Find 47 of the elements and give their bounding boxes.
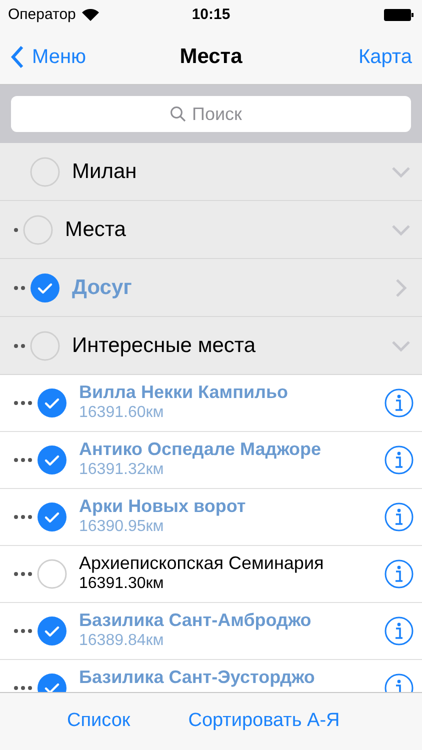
battery-icon: [384, 9, 414, 21]
info-icon[interactable]: [384, 616, 414, 646]
distance-text: 16391.32км: [79, 460, 165, 480]
place-title[interactable]: Антико Оспедале Маджоре: [79, 438, 382, 460]
distance-text: 16389.84км: [79, 631, 165, 651]
indent-dots-icon: [14, 286, 28, 290]
checkbox[interactable]: [30, 330, 60, 360]
checkbox[interactable]: [37, 502, 67, 532]
nav-title: Места: [180, 44, 242, 70]
checkbox[interactable]: [37, 559, 67, 589]
back-chevron-icon: [10, 45, 24, 69]
indent-dots-icon: [14, 686, 35, 690]
indent-dots-icon: [14, 228, 21, 232]
place-title[interactable]: Архиепископская Семинария: [79, 552, 382, 574]
distance-text: 16391.30км: [79, 574, 165, 594]
toolbar-button[interactable]: Список: [67, 707, 130, 736]
info-icon[interactable]: [384, 388, 414, 418]
info-icon[interactable]: [384, 559, 414, 589]
search-input[interactable]: Поиск: [192, 100, 252, 128]
checkbox[interactable]: [37, 388, 67, 418]
place-title[interactable]: Базилика Сант-Эусторджо: [79, 666, 382, 688]
checkbox[interactable]: [30, 272, 60, 302]
place-title[interactable]: Арки Новых ворот: [79, 495, 382, 517]
distance-text: 16390.95км: [79, 517, 165, 537]
info-icon[interactable]: [384, 445, 414, 475]
clock-text: 10:15: [192, 4, 230, 25]
indent-dots-icon: [14, 401, 35, 405]
place-title[interactable]: Базилика Сант-Амброджо: [79, 609, 382, 631]
checkbox[interactable]: [37, 445, 67, 475]
map-button[interactable]: Карта: [292, 42, 412, 72]
info-icon[interactable]: [384, 502, 414, 532]
checkbox[interactable]: [37, 616, 67, 646]
distance-text: 16391.60км: [79, 403, 165, 423]
indent-dots-icon: [14, 458, 35, 462]
wifi-icon: [82, 9, 99, 21]
search-icon: [170, 106, 186, 122]
checkbox[interactable]: [30, 156, 60, 186]
carrier-text: Оператор: [8, 4, 76, 25]
toolbar-button[interactable]: Сортировать А-Я: [188, 707, 340, 736]
indent-dots-icon: [14, 515, 35, 519]
checkbox[interactable]: [23, 214, 53, 244]
place-title[interactable]: Вилла Некки Кампильо: [79, 381, 382, 403]
search-field[interactable]: Поиск: [11, 96, 411, 132]
back-button[interactable]: Меню: [10, 42, 130, 72]
indent-dots-icon: [14, 572, 35, 576]
indent-dots-icon: [14, 344, 28, 348]
indent-dots-icon: [14, 629, 35, 633]
